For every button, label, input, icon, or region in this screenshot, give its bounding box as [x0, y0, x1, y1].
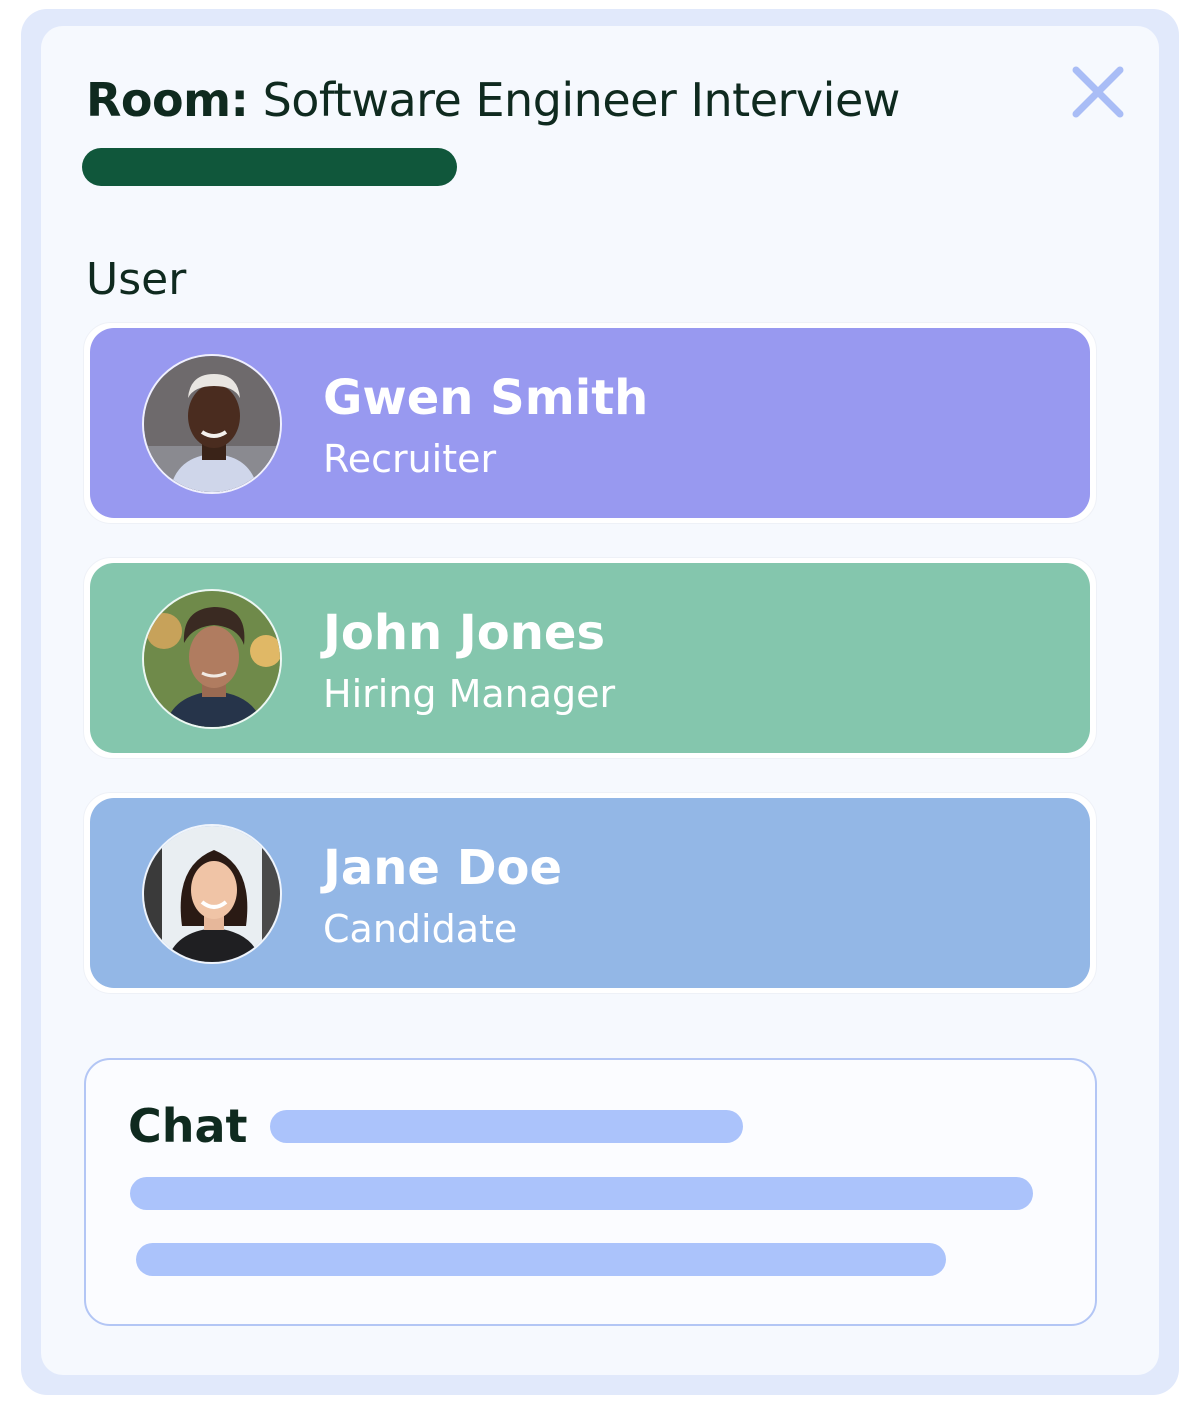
close-button[interactable]	[1068, 62, 1128, 122]
users-section-label: User	[86, 254, 187, 305]
avatar	[142, 354, 282, 494]
avatar-jane	[144, 826, 280, 962]
chat-title: Chat	[128, 1099, 248, 1153]
user-card-background: John Jones Hiring Manager	[90, 563, 1090, 753]
user-name: John Jones	[323, 605, 606, 661]
user-role: Candidate	[323, 907, 518, 951]
user-card-background: Gwen Smith Recruiter	[90, 328, 1090, 518]
avatar-gwen	[144, 356, 280, 492]
user-card-jane-doe[interactable]: Jane Doe Candidate	[83, 792, 1097, 994]
user-name: Gwen Smith	[323, 370, 649, 426]
user-card-john-jones[interactable]: John Jones Hiring Manager	[83, 557, 1097, 759]
user-name: Jane Doe	[323, 840, 563, 896]
user-role: Recruiter	[323, 437, 497, 481]
avatar-john	[144, 591, 280, 727]
room-progress-bar	[82, 148, 457, 186]
user-role: Hiring Manager	[323, 672, 616, 716]
chat-placeholder-line	[270, 1110, 743, 1143]
close-icon	[1072, 66, 1124, 118]
avatar	[142, 589, 282, 729]
avatar	[142, 824, 282, 964]
chat-placeholder-line	[130, 1177, 1033, 1210]
user-card-background: Jane Doe Candidate	[90, 798, 1090, 988]
room-title: Room: Software Engineer Interview	[86, 72, 900, 128]
chat-placeholder-line	[136, 1243, 946, 1276]
room-title-label: Room:	[86, 73, 249, 127]
user-card-gwen-smith[interactable]: Gwen Smith Recruiter	[83, 322, 1097, 524]
room-title-name: Software Engineer Interview	[262, 73, 901, 127]
